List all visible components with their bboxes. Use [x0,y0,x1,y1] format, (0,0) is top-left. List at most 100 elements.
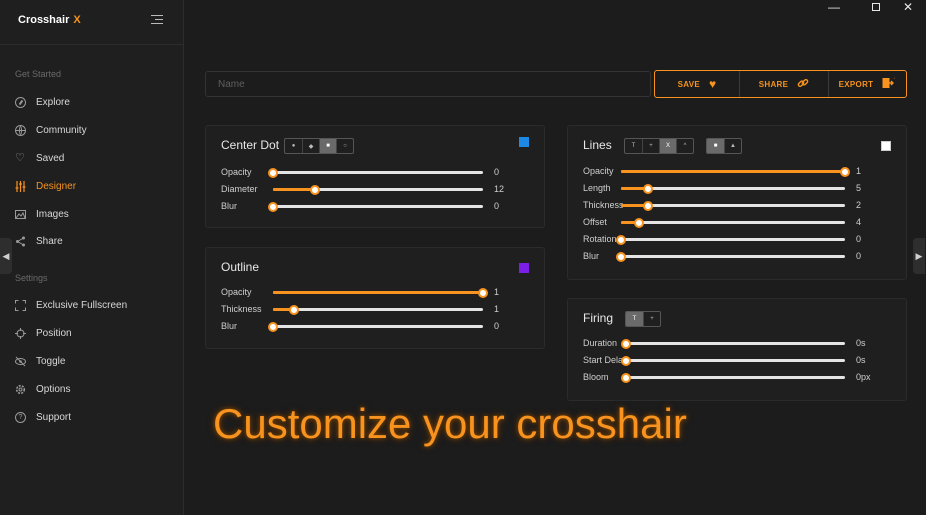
slider-value: 0 [494,167,500,177]
share-icon [15,236,26,247]
style-t-option[interactable]: T [625,139,642,153]
fullscreen-icon [15,299,26,311]
lines-color-swatch[interactable] [881,141,891,151]
slider-track[interactable] [621,355,845,366]
firing-mode-plus-option[interactable]: + [643,312,660,326]
slider-thumb[interactable] [616,234,626,245]
sidebar-item-label: Images [36,208,69,220]
sidebar: Crosshair X Get Started Explore Community… [0,0,184,515]
slider-track[interactable] [616,234,845,245]
slider-thumb[interactable] [289,304,299,315]
slider-track[interactable] [621,200,845,211]
slider-value: 2 [856,200,862,210]
lines-cap-selector: ■ ▲ [706,138,742,154]
slider-thumb[interactable] [268,201,278,212]
slider-thumb[interactable] [642,183,653,194]
slider-track[interactable] [621,372,845,383]
shape-dot-option[interactable]: ● [285,139,302,153]
slider-label: Thickness [221,304,262,314]
menu-toggle-icon[interactable] [151,15,163,24]
cap-square-option[interactable]: ■ [707,139,724,153]
outline-blur-row: Blur 0 [221,320,529,332]
minimize-button[interactable]: — [819,0,849,14]
slider-thumb[interactable] [840,166,850,177]
slider-track[interactable] [621,183,845,194]
style-x-option[interactable]: X [659,139,676,153]
sidebar-item-images[interactable]: Images [15,207,69,221]
shape-diamond-option[interactable]: ◆ [302,139,319,153]
slider-track[interactable] [273,287,488,298]
outline-opacity-row: Opacity 1 [221,286,529,298]
slider-thumb[interactable] [642,200,653,211]
slider-track[interactable] [268,321,483,332]
slider-thumb[interactable] [268,167,278,178]
sidebar-item-explore[interactable]: Explore [15,95,70,109]
globe-icon [15,124,26,136]
collapse-left-arrow-icon[interactable]: ◀ [0,238,12,274]
sidebar-item-share[interactable]: Share [15,234,63,248]
slider-value: 0s [856,338,866,348]
firing-mode-t-option[interactable]: T [626,312,643,326]
sliders-icon [15,180,26,192]
export-button[interactable]: EXPORT [828,71,906,97]
slider-label: Opacity [583,166,614,176]
center-dot-color-swatch[interactable] [519,137,529,147]
close-button[interactable]: ✕ [893,0,923,14]
sidebar-item-support[interactable]: ? Support [15,410,71,424]
sidebar-item-label: Position [36,327,72,339]
slider-thumb[interactable] [621,355,631,366]
slider-track[interactable] [621,166,850,177]
slider-value: 1 [494,287,500,297]
crosshair-icon [15,327,26,339]
brand-name: Crosshair [18,14,70,26]
section-label-get-started: Get Started [15,69,62,79]
outline-color-swatch[interactable] [519,263,529,273]
lines-style-selector: T + X ^ [624,138,694,154]
shape-square-option[interactable]: ■ [319,139,336,153]
slider-track[interactable] [621,217,845,228]
sidebar-item-label: Options [36,383,71,395]
slider-thumb[interactable] [268,321,278,332]
slider-track[interactable] [268,201,483,212]
sidebar-item-position[interactable]: Position [15,326,72,340]
name-input[interactable] [205,71,651,97]
sidebar-item-designer[interactable]: Designer [15,179,76,193]
firing-start-delay-row: Start Delay 0s [583,354,891,366]
sidebar-item-exclusive-fullscreen[interactable]: Exclusive Fullscreen [15,298,127,312]
lines-thickness-row: Thickness 2 [583,199,891,211]
firing-bloom-row: Bloom 0px [583,371,891,383]
sidebar-item-saved[interactable]: ♡ Saved [15,151,64,165]
slider-value: 0 [856,234,862,244]
lines-length-row: Length 5 [583,182,891,194]
heart-icon: ♥ [708,77,717,91]
slider-thumb[interactable] [616,251,626,262]
sidebar-item-toggle[interactable]: Toggle [15,354,65,368]
cap-triangle-option[interactable]: ▲ [724,139,741,153]
sidebar-item-label: Support [36,411,72,423]
slider-track[interactable] [616,251,845,262]
slider-label: Blur [221,321,238,331]
save-button[interactable]: SAVE ♥ [655,71,739,97]
slider-track[interactable] [273,184,483,195]
slider-thumb[interactable] [621,338,631,349]
slider-thumb[interactable] [621,372,631,383]
maximize-button[interactable] [861,0,891,14]
sidebar-item-options[interactable]: Options [15,382,70,396]
slider-thumb[interactable] [633,217,644,228]
image-icon [15,209,26,220]
promo-banner: Customize your crosshair [213,400,687,447]
slider-thumb[interactable] [310,184,320,195]
outline-thickness-row: Thickness 1 [221,303,529,315]
slider-track[interactable] [273,304,483,315]
brand-suffix: X [73,14,81,26]
slider-track[interactable] [268,167,483,178]
shape-circle-option[interactable]: ○ [336,139,353,153]
style-caret-option[interactable]: ^ [676,139,693,153]
panel-title: Firing [583,311,614,325]
slider-thumb[interactable] [478,287,488,298]
slider-track[interactable] [621,338,845,349]
style-plus-option[interactable]: + [642,139,659,153]
share-button[interactable]: SHARE [739,71,828,97]
expand-right-arrow-icon[interactable]: ▶ [913,238,925,274]
sidebar-item-community[interactable]: Community [15,123,87,137]
